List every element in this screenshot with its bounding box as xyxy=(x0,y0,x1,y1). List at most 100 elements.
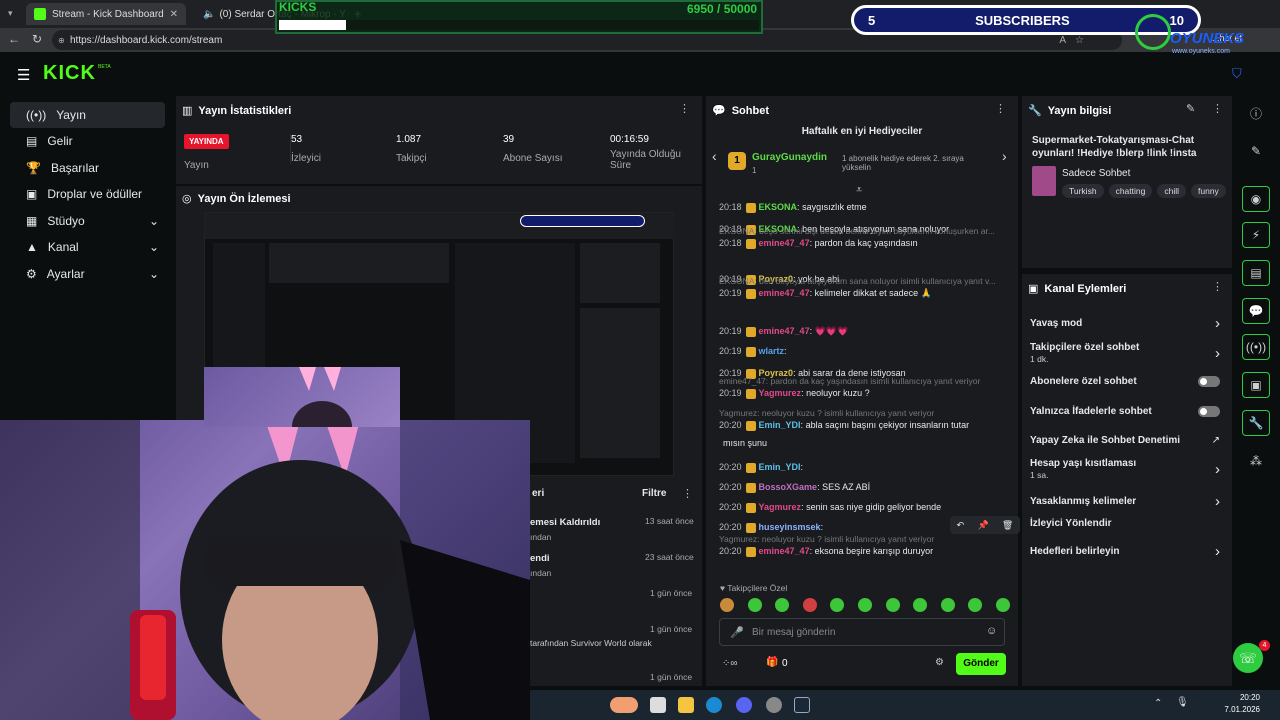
gift-icon[interactable]: 🎁 xyxy=(766,657,778,668)
obs-icon[interactable] xyxy=(766,697,782,713)
message-username[interactable]: Emin_YDI xyxy=(759,420,801,430)
microphone-icon[interactable]: 🎤 xyxy=(730,626,744,639)
hamburger-menu-icon[interactable]: ☰ xyxy=(17,66,30,84)
chevron-right-icon[interactable]: › xyxy=(1215,543,1220,560)
tray-chevron-icon[interactable]: ⌃ xyxy=(1154,698,1162,709)
chevron-right-icon[interactable]: › xyxy=(1002,148,1007,164)
chevron-right-icon[interactable]: › xyxy=(1215,345,1220,362)
emote-icon[interactable] xyxy=(720,598,734,612)
nav-item-basarilar[interactable]: 🏆 Başarılar xyxy=(10,155,165,181)
bookmark-icon[interactable]: ☆ xyxy=(1075,35,1084,46)
reload-icon[interactable]: ↻ xyxy=(32,32,42,46)
message-username[interactable]: emine47_47 xyxy=(759,546,810,556)
emote-icon[interactable] xyxy=(995,598,1010,612)
tab-search-icon[interactable]: ▾ xyxy=(8,8,18,18)
emote-icon[interactable] xyxy=(775,598,790,612)
loop-icon[interactable]: ⁘∞ xyxy=(722,658,738,669)
tag[interactable]: funny xyxy=(1191,184,1226,198)
message-username[interactable]: wlartz xyxy=(759,346,785,356)
emoji-icon[interactable]: ☺ xyxy=(986,625,997,637)
chat-settings-icon[interactable]: ⚙ xyxy=(935,657,944,668)
chat-message[interactable]: 20:20 Yagmurez: senin sas niye gidip geli… xyxy=(719,502,1009,513)
app-icon[interactable] xyxy=(610,697,638,713)
chevron-right-icon[interactable]: › xyxy=(1215,493,1220,510)
chevron-left-icon[interactable]: ‹ xyxy=(712,148,717,164)
emote-icon[interactable] xyxy=(968,598,983,612)
list-icon[interactable]: ▤ xyxy=(1242,260,1270,286)
toggle-switch[interactable] xyxy=(1198,376,1220,387)
delete-icon[interactable]: 🗑 xyxy=(1002,520,1013,531)
message-username[interactable]: EKSONA xyxy=(759,202,798,212)
edge-icon[interactable] xyxy=(706,697,722,713)
broadcast-icon[interactable]: ((•)) xyxy=(1242,334,1270,360)
folder-icon[interactable] xyxy=(678,697,694,713)
chat-message[interactable]: 20:19 Yagmurez: neoluyor kuzu ? xyxy=(719,388,1009,399)
emote-icon[interactable] xyxy=(885,598,900,612)
category-name[interactable]: Sadece Sohbet xyxy=(1062,168,1130,179)
channel-action-row[interactable]: İzleyici Yönlendir xyxy=(1030,518,1220,529)
send-button[interactable]: Gönder xyxy=(956,653,1006,675)
chat-message[interactable]: 20:20 BossoXGame: SES AZ ABİ xyxy=(719,482,1009,493)
tag[interactable]: Turkish xyxy=(1062,184,1104,198)
steam-icon[interactable] xyxy=(794,697,810,713)
channel-action-row[interactable]: Yapay Zeka ile Sohbet Denetimi ↗ xyxy=(1030,435,1220,446)
channel-action-row[interactable]: Abonelere özel sohbet xyxy=(1030,376,1220,387)
task-view-icon[interactable] xyxy=(650,697,666,713)
discord-icon[interactable] xyxy=(736,697,752,713)
channel-action-row[interactable]: Yalnızca İfadelerle sohbet xyxy=(1030,406,1220,417)
emote-icon[interactable] xyxy=(747,598,762,612)
mic-tray-icon[interactable]: 🎙 xyxy=(1176,697,1189,708)
message-username[interactable]: huseyinsmsek xyxy=(759,522,821,532)
camera-icon[interactable]: ◉ xyxy=(1242,186,1270,212)
filter-button[interactable]: Filtre xyxy=(642,488,666,499)
edit-icon[interactable]: ✎ xyxy=(1242,138,1270,164)
puzzle-icon[interactable]: ⁂ xyxy=(1242,448,1270,474)
back-icon[interactable]: ← xyxy=(8,32,20,46)
wrench-icon[interactable]: 🔧 xyxy=(1242,410,1270,436)
more-options-icon[interactable]: ⋮ xyxy=(1212,280,1223,293)
emote-icon[interactable] xyxy=(830,598,845,612)
more-options-icon[interactable]: ⋮ xyxy=(995,102,1006,115)
nav-item-gelir[interactable]: ▤ Gelir xyxy=(10,128,165,154)
message-username[interactable]: emine47_47 xyxy=(759,326,810,336)
chevron-right-icon[interactable]: › xyxy=(1215,461,1220,478)
chat-message[interactable]: mısın şunu xyxy=(719,438,1009,448)
chat-message[interactable]: 20:19 wlartz: xyxy=(719,346,1009,357)
chat-message[interactable]: 20:18 emine47_47: pardon da kaç yaşındası… xyxy=(719,238,1009,249)
kick-logo[interactable]: KICK xyxy=(43,62,96,85)
emote-icon[interactable] xyxy=(802,598,817,612)
translate-icon[interactable]: A xyxy=(1059,35,1066,46)
nav-item-yayin[interactable]: ((•)) Yayın xyxy=(10,102,165,128)
nav-item-kanal[interactable]: ▲ Kanal ⌄ xyxy=(10,234,165,260)
message-username[interactable]: Yagmurez xyxy=(759,388,802,398)
chat-message[interactable]: 20:20 emine47_47: eksona beşire karışıp d… xyxy=(719,546,1009,557)
tab-kick-dashboard[interactable]: Stream - Kick Dashboard ✕ xyxy=(26,3,186,25)
chat-message[interactable]: 20:20 Emin_YDI: xyxy=(719,462,1009,473)
external-link-icon[interactable]: ↗ xyxy=(1212,435,1220,446)
more-options-icon[interactable]: ⋮ xyxy=(682,487,693,500)
channel-action-row[interactable]: Hedefleri belirleyin › xyxy=(1030,543,1220,560)
overlay-icon[interactable]: ▣ xyxy=(1242,372,1270,398)
channel-action-row[interactable]: Hesap yaşı kısıtlaması 1 sa. › xyxy=(1030,458,1220,480)
nav-item-droplar[interactable]: ▣ Droplar ve ödüller xyxy=(10,181,165,207)
lightning-icon[interactable]: ⚡ xyxy=(1242,222,1270,248)
close-icon[interactable]: ✕ xyxy=(170,9,178,20)
scroll-down-icon[interactable]: ⩡ xyxy=(856,184,862,197)
message-username[interactable]: emine47_47 xyxy=(759,238,810,248)
tag[interactable]: chatting xyxy=(1108,184,1153,198)
channel-action-row[interactable]: Takipçilere özel sohbet 1 dk. › xyxy=(1030,342,1220,364)
emote-icon[interactable] xyxy=(940,598,955,612)
message-username[interactable]: Emin_YDI xyxy=(759,462,801,472)
info-icon[interactable]: ⓘ xyxy=(1242,100,1270,126)
message-username[interactable]: emine47_47 xyxy=(759,288,810,298)
chat-input[interactable]: 🎤 Bir mesaj gönderin ☺ xyxy=(719,618,1005,646)
more-options-icon[interactable]: ⋮ xyxy=(1212,102,1223,115)
tag[interactable]: chill xyxy=(1157,184,1186,198)
site-info-icon[interactable]: ⊕ xyxy=(58,36,65,45)
nav-item-studyo[interactable]: ▦ Stüdyo ⌄ xyxy=(10,208,165,234)
chat-message[interactable]: 20:19 emine47_47: 💗💗💗 xyxy=(719,326,1009,337)
gifter-name[interactable]: GurayGunaydin xyxy=(752,152,827,163)
edit-icon[interactable]: ✎ xyxy=(1186,102,1195,115)
message-username[interactable]: BossoXGame xyxy=(759,482,818,492)
nav-item-ayarlar[interactable]: ⚙ Ayarlar ⌄ xyxy=(10,261,165,287)
